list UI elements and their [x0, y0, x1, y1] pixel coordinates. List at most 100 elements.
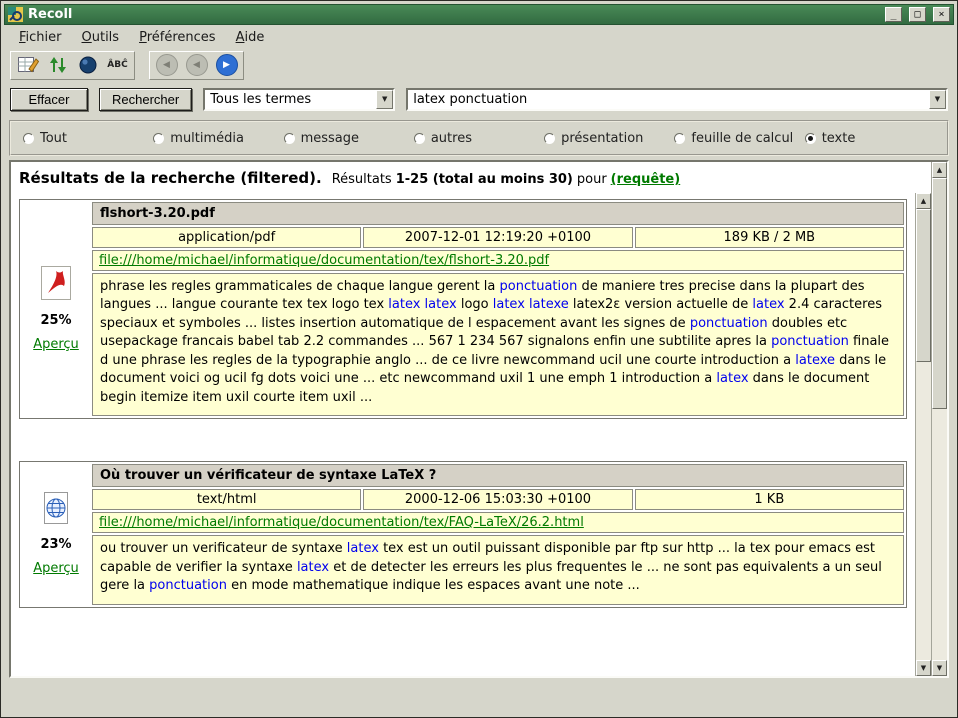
result-mime: application/pdf — [92, 227, 361, 248]
menu-fichier[interactable]: Fichier — [10, 27, 71, 48]
minimize-button[interactable]: _ — [885, 7, 902, 22]
query-details-button[interactable] — [74, 54, 101, 77]
menubar: FichierOutilsPréférencesAide — [4, 25, 954, 49]
snippet-highlight: ponctuation — [690, 316, 768, 331]
results-inner: 25% Aperçu flshort-3.20.pdfapplication/pdf… — [11, 193, 931, 676]
menu-préférences[interactable]: Préférences — [130, 27, 224, 48]
radio-icon — [674, 133, 685, 144]
recoll-window: Recoll _ □ × FichierOutilsPréférencesAid… — [0, 0, 958, 718]
titlebar[interactable]: Recoll _ □ × — [4, 4, 954, 25]
pdf-file-icon — [41, 266, 71, 304]
filter-label: feuille de calcul — [691, 131, 793, 146]
filter-texte[interactable]: texte — [805, 131, 935, 146]
filter-multimédia[interactable]: multimédia — [153, 131, 283, 146]
first-page-icon: ◀ — [163, 60, 170, 70]
snippet-highlight: ponctuation — [500, 279, 578, 294]
chevron-down-icon[interactable]: ▼ — [376, 90, 393, 109]
snippet-highlight: latexe — [795, 353, 835, 368]
result-meta-row: text/html2000-12-06 15:03:30 +01001 KB — [92, 489, 904, 510]
maximize-button[interactable]: □ — [909, 7, 926, 22]
result-title: Où trouver un vérificateur de syntaxe La… — [92, 464, 904, 487]
snippet-text: phrase les regles grammaticales de chaqu… — [100, 279, 500, 294]
previous-page-button[interactable]: ◀ — [183, 54, 210, 77]
result-item: 25% Aperçu flshort-3.20.pdfapplication/pdf… — [19, 199, 907, 419]
menu-aide[interactable]: Aide — [227, 27, 274, 48]
results-area: Résultats de la recherche (filtered). Rés… — [9, 160, 949, 678]
close-button[interactable]: × — [933, 7, 950, 22]
recoll-logo-icon — [8, 7, 23, 22]
snippet-text: logo — [457, 297, 493, 312]
radio-icon — [153, 133, 164, 144]
clear-search-icon — [17, 55, 39, 75]
result-url-link[interactable]: file:///home/michael/informatique/docume… — [99, 253, 549, 268]
filter-label: message — [301, 131, 359, 146]
filter-row: Tout multimédia message autres présentation f… — [9, 120, 949, 156]
results-connector: pour — [577, 172, 607, 187]
previous-page-icon: ◀ — [193, 60, 200, 70]
result-detail-column: Où trouver un vérificateur de syntaxe La… — [92, 464, 904, 604]
query-details-link[interactable]: (requête) — [611, 172, 681, 187]
query-input[interactable] — [408, 92, 929, 107]
result-snippet: ou trouver un verificateur de syntaxe la… — [92, 535, 904, 604]
html-file-icon — [41, 492, 71, 528]
result-meta-row: application/pdf2007-12-01 12:19:20 +0100… — [92, 227, 904, 248]
result-url-link[interactable]: file:///home/michael/informatique/docume… — [99, 515, 584, 530]
result-detail-column: flshort-3.20.pdfapplication/pdf2007-12-0… — [92, 202, 904, 416]
relevance-percent: 25% — [40, 313, 71, 328]
clear-button[interactable]: Effacer — [10, 88, 88, 111]
results-count-prefix: Résultats — [332, 172, 392, 187]
scrollbar-track[interactable] — [932, 178, 947, 660]
sort-by-dates-icon — [48, 55, 68, 75]
scroll-down-icon[interactable]: ▼ — [916, 660, 931, 676]
result-left-column: 23% Aperçu — [22, 464, 90, 604]
filter-message[interactable]: message — [284, 131, 414, 146]
next-page-icon: ▶ — [223, 60, 230, 70]
results-area-scrollbar[interactable]: ▲ ▼ — [931, 162, 947, 676]
filter-feuille-de-calcul[interactable]: feuille de calcul — [674, 131, 804, 146]
snippet-highlight: latex — [716, 371, 748, 386]
scrollbar-track[interactable] — [916, 209, 931, 660]
result-url-row: file:///home/michael/informatique/docume… — [92, 512, 904, 533]
filter-label: autres — [431, 131, 472, 146]
sort-by-dates-button[interactable] — [44, 54, 71, 77]
scroll-up-icon[interactable]: ▲ — [932, 162, 947, 178]
scrollbar-thumb[interactable] — [916, 209, 931, 362]
scrollbar-thumb[interactable] — [932, 178, 947, 409]
result-date: 2007-12-01 12:19:20 +0100 — [363, 227, 632, 248]
results-list: 25% Aperçu flshort-3.20.pdfapplication/pdf… — [11, 193, 915, 676]
preview-link[interactable]: Aperçu — [33, 337, 79, 352]
snippet-text: ou trouver un verificateur de syntaxe — [100, 541, 347, 556]
result-item: 23% Aperçu Où trouver un vérificateur de s… — [19, 461, 907, 607]
filter-Tout[interactable]: Tout — [23, 131, 153, 146]
results-header-title: Résultats de la recherche (filtered). — [19, 169, 322, 187]
first-page-button[interactable]: ◀ — [153, 54, 180, 77]
filter-présentation[interactable]: présentation — [544, 131, 674, 146]
search-button[interactable]: Rechercher — [99, 88, 192, 111]
result-size: 1 KB — [635, 489, 904, 510]
query-combobox[interactable]: ▼ — [406, 88, 948, 111]
term-explorer-button[interactable]: ÂBĈ — [104, 54, 131, 77]
result-date: 2000-12-06 15:03:30 +0100 — [363, 489, 632, 510]
radio-icon — [544, 133, 555, 144]
clear-search-button[interactable] — [14, 54, 41, 77]
relevance-percent: 23% — [40, 537, 71, 552]
results-range: 1-25 (total au moins 30) — [396, 172, 573, 187]
result-title: flshort-3.20.pdf — [92, 202, 904, 225]
search-row: Effacer Rechercher Tous les termes ▼ ▼ — [4, 81, 954, 117]
results-list-scrollbar[interactable]: ▲ ▼ — [915, 193, 931, 676]
scroll-up-icon[interactable]: ▲ — [916, 193, 931, 209]
filter-label: multimédia — [170, 131, 244, 146]
snippet-highlight: latex — [347, 541, 379, 556]
main-tool-group: ÂBĈ — [10, 51, 135, 80]
chevron-down-icon[interactable]: ▼ — [929, 90, 946, 109]
preview-link[interactable]: Aperçu — [33, 561, 79, 576]
scroll-down-icon[interactable]: ▼ — [932, 660, 947, 676]
filter-autres[interactable]: autres — [414, 131, 544, 146]
snippet-highlight: latex — [297, 560, 329, 575]
statusbar — [4, 678, 954, 714]
search-mode-select[interactable]: Tous les termes ▼ — [203, 88, 395, 111]
next-page-button[interactable]: ▶ — [213, 54, 240, 77]
result-size: 189 KB / 2 MB — [635, 227, 904, 248]
snippet-highlight: ponctuation — [771, 334, 849, 349]
menu-outils[interactable]: Outils — [73, 27, 129, 48]
